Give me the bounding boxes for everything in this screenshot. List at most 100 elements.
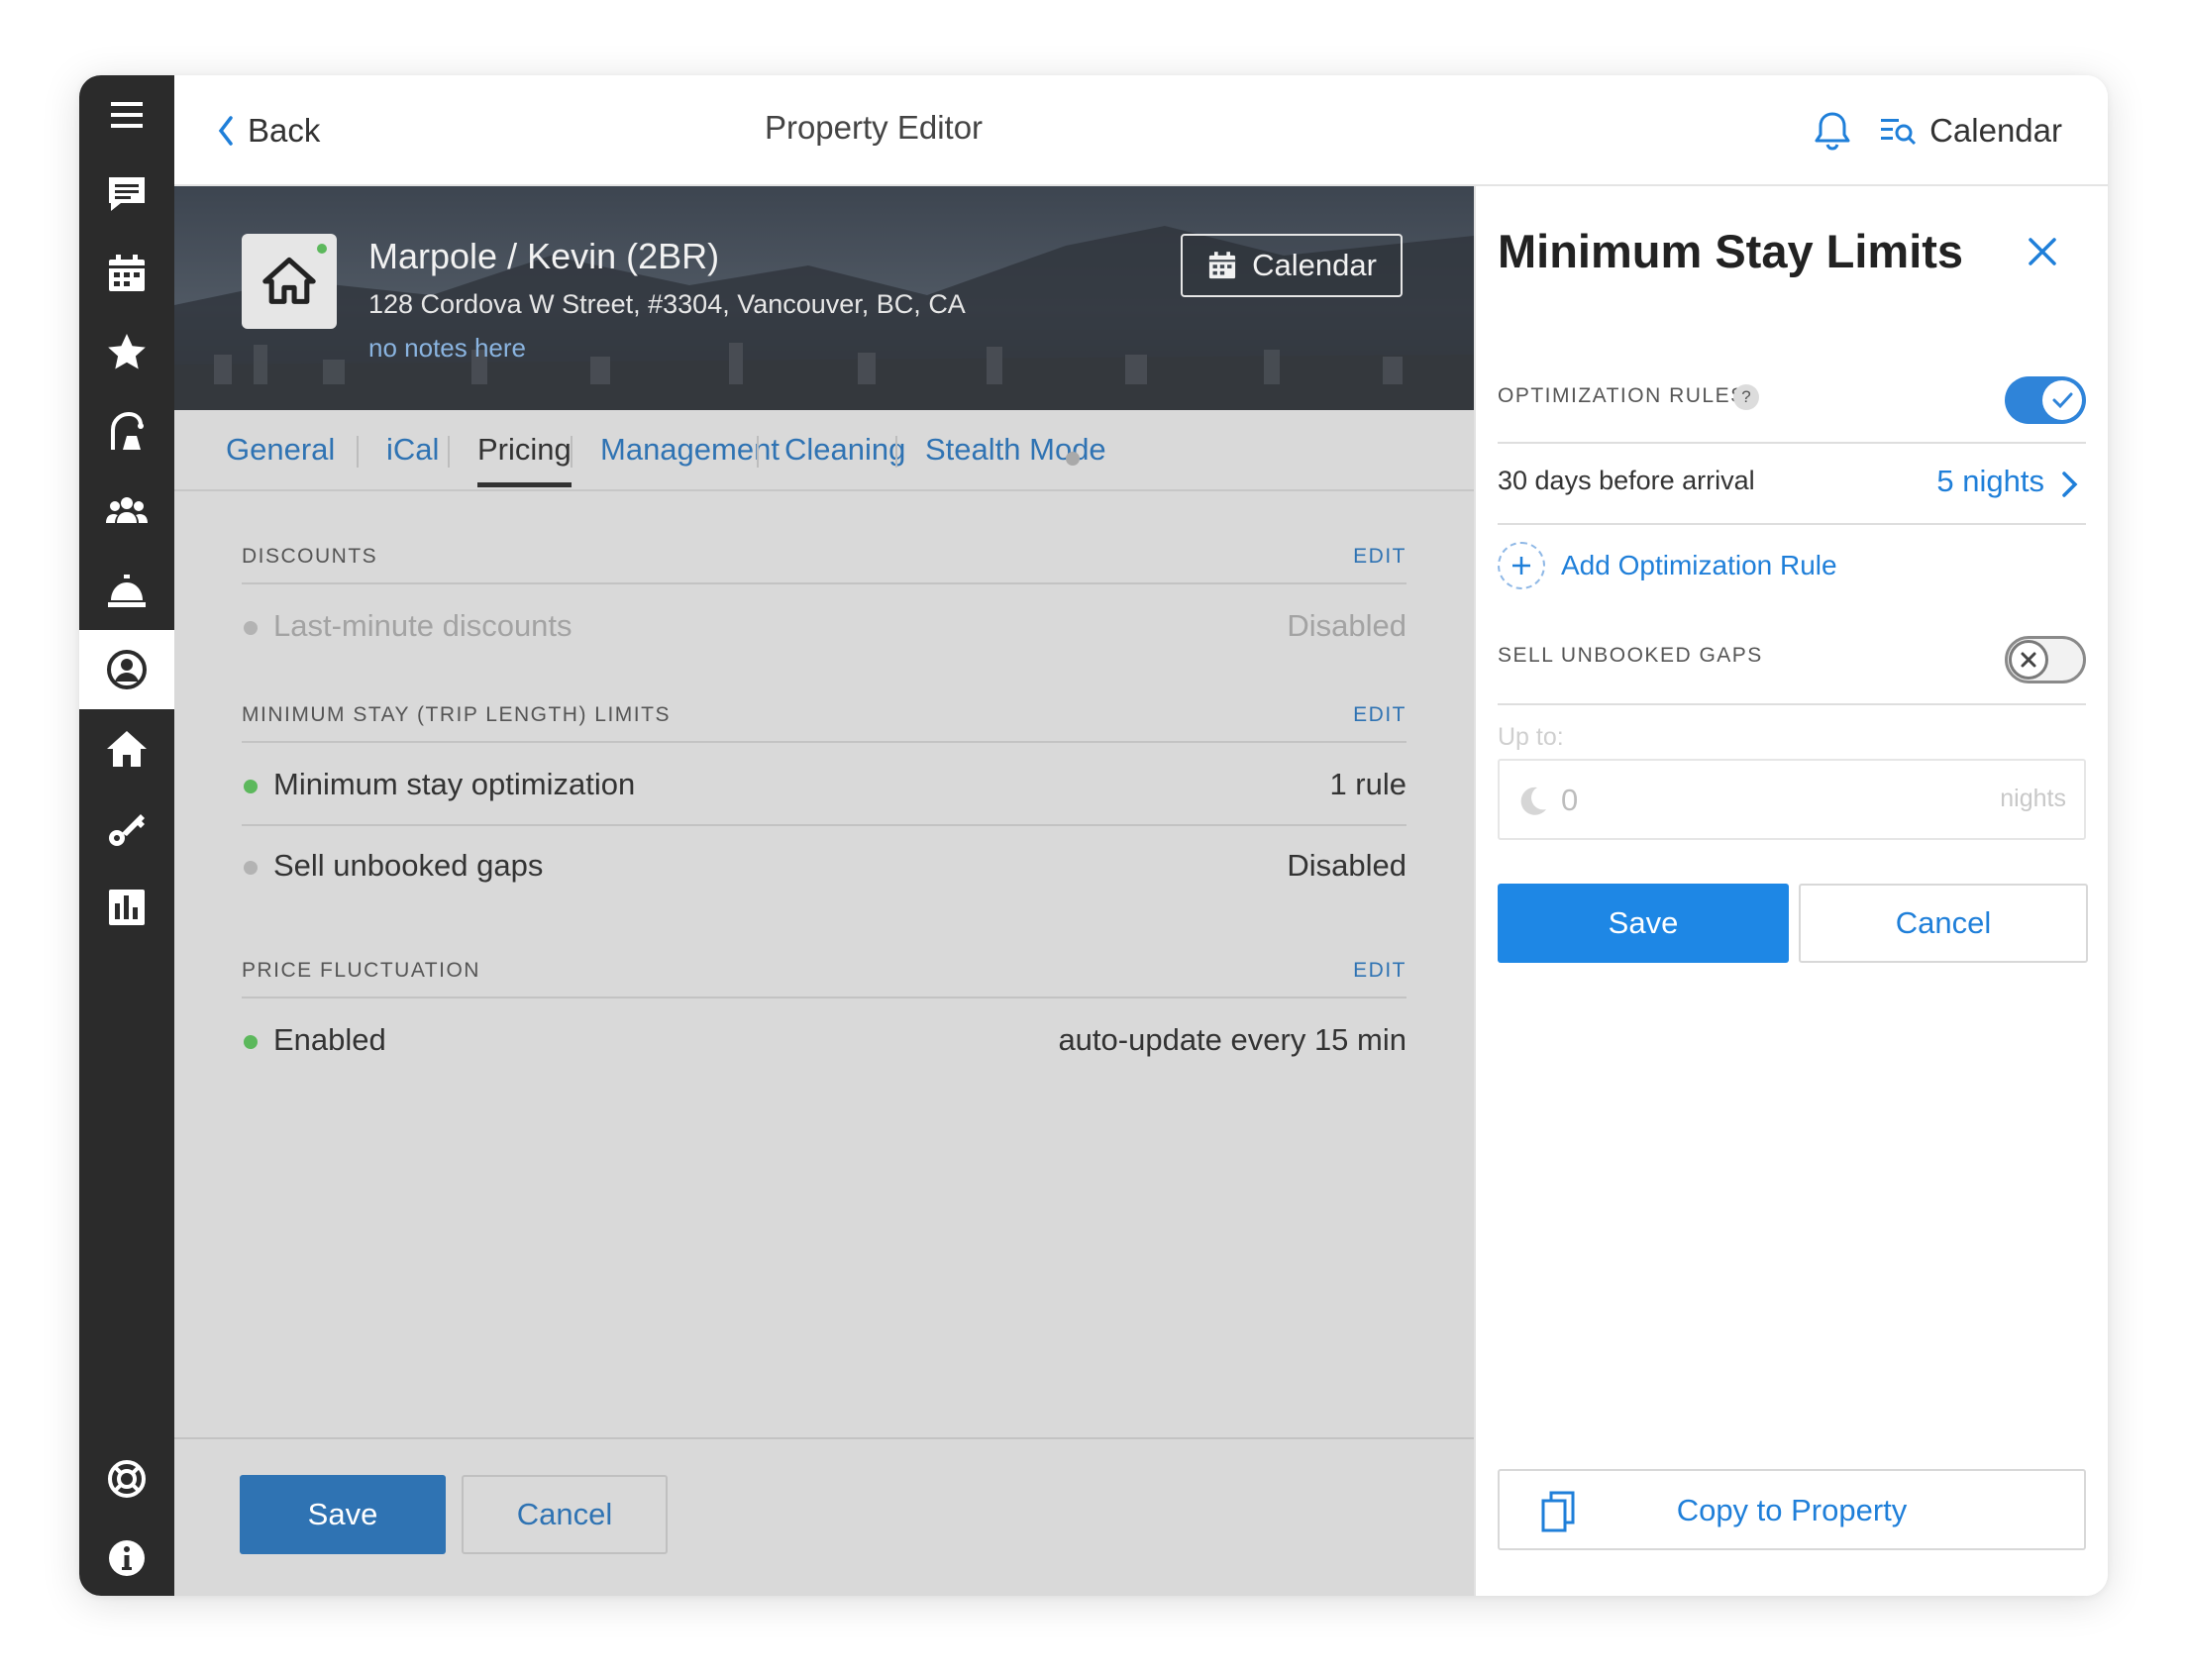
- save-button[interactable]: Save: [240, 1475, 446, 1554]
- star-icon: [108, 334, 146, 369]
- x-icon: [2021, 652, 2036, 668]
- tab-general[interactable]: General: [226, 432, 335, 481]
- sidebar-item-calendar[interactable]: [79, 234, 174, 313]
- sidebar-item-analytics[interactable]: [79, 868, 174, 947]
- status-dot: [244, 780, 258, 793]
- sidebar-item-support[interactable]: [79, 1439, 174, 1519]
- status-dot: [244, 621, 258, 635]
- section-min-stay-header: MINIMUM STAY (TRIP LENGTH) LIMITS EDIT: [242, 689, 1406, 743]
- optimization-rule-row[interactable]: 30 days before arrival 5 nights: [1498, 456, 2086, 515]
- sidebar: [79, 75, 174, 1596]
- team-icon: [106, 497, 148, 523]
- user-circle-icon: [107, 650, 147, 689]
- editor-footer: Save Cancel: [174, 1437, 1474, 1596]
- property-address: 128 Cordova W Street, #3304, Vancouver, …: [368, 289, 966, 319]
- row-value: Disabled: [1287, 608, 1406, 643]
- edit-price-fluctuation-button[interactable]: EDIT: [1353, 959, 1406, 983]
- property-notes[interactable]: no notes here: [368, 333, 526, 364]
- sidebar-item-properties[interactable]: [79, 709, 174, 788]
- section-price-fluctuation-header: PRICE FLUCTUATION EDIT: [242, 945, 1406, 998]
- tab-divider: [448, 436, 450, 468]
- concierge-bell-icon: [108, 575, 146, 607]
- help-icon[interactable]: ?: [1733, 384, 1759, 410]
- sidebar-item-access[interactable]: [79, 788, 174, 868]
- calendar-icon: [109, 255, 145, 291]
- back-label: Back: [248, 112, 321, 149]
- section-label: DISCOUNTS: [242, 545, 378, 568]
- property-name: Marpole / Kevin (2BR): [368, 236, 720, 276]
- bell-icon[interactable]: [1811, 109, 1854, 153]
- minimum-stay-panel: Minimum Stay Limits OPTIMIZATION RULES ?…: [1474, 186, 2108, 1596]
- toggle-knob: [2009, 640, 2048, 680]
- key-icon: [109, 814, 145, 846]
- edit-min-stay-button[interactable]: EDIT: [1353, 703, 1406, 727]
- row-price-fluctuation: Enabled auto-update every 15 min: [242, 1000, 1406, 1082]
- panel-save-button[interactable]: Save: [1498, 884, 1789, 963]
- home-icon: [107, 731, 147, 767]
- cancel-button[interactable]: Cancel: [462, 1475, 668, 1554]
- rule-value: 5 nights: [1936, 464, 2044, 498]
- sidebar-item-team[interactable]: [79, 472, 174, 551]
- calendar-icon: [1209, 252, 1236, 279]
- sidebar-item-messages[interactable]: [79, 155, 174, 234]
- menu-icon: [111, 102, 143, 128]
- tab-management[interactable]: Management: [600, 432, 780, 481]
- property-calendar-button[interactable]: Calendar: [1181, 234, 1403, 297]
- nights-input[interactable]: 0 nights: [1498, 759, 2086, 840]
- sidebar-item-cleaning[interactable]: [79, 392, 174, 472]
- tab-divider: [357, 436, 359, 468]
- property-calendar-label: Calendar: [1252, 248, 1377, 282]
- optimization-rules-toggle[interactable]: [2005, 376, 2086, 424]
- toggle-knob: [2042, 380, 2082, 420]
- panel-title: Minimum Stay Limits: [1498, 225, 1964, 277]
- panel-cancel-button[interactable]: Cancel: [1799, 884, 2088, 963]
- row-last-minute-discounts: Last-minute discounts Disabled: [242, 586, 1406, 668]
- sell-gaps-toggle[interactable]: [2005, 636, 2086, 683]
- sell-gaps-label: SELL UNBOOKED GAPS: [1498, 644, 1763, 667]
- row-min-stay-optimization: Minimum stay optimization 1 rule: [242, 745, 1406, 826]
- property-header: Marpole / Kevin (2BR) 128 Cordova W Stre…: [174, 186, 1474, 410]
- tab-cleaning[interactable]: Cleaning: [784, 432, 905, 481]
- status-dot: [315, 242, 329, 256]
- divider: [1498, 442, 2086, 444]
- nights-unit: nights: [2000, 785, 2066, 812]
- property-editor-main: Marpole / Kevin (2BR) 128 Cordova W Stre…: [174, 186, 1474, 1596]
- cleaning-icon: [111, 411, 144, 450]
- edit-discounts-button[interactable]: EDIT: [1353, 545, 1406, 569]
- home-icon: [262, 257, 316, 304]
- check-icon: [2052, 392, 2073, 409]
- add-rule-label: Add Optimization Rule: [1561, 550, 1837, 580]
- status-dot: [244, 1035, 258, 1049]
- editor-tabs: General iCal Pricing Management Cleaning…: [174, 410, 1474, 491]
- app-window: Back Property Editor Calendar Marpole / …: [79, 75, 2108, 1596]
- sidebar-item-info[interactable]: [79, 1519, 174, 1596]
- tab-divider: [757, 436, 759, 468]
- close-icon[interactable]: [2021, 230, 2064, 273]
- back-button[interactable]: Back: [218, 109, 320, 153]
- optimization-rules-label: OPTIMIZATION RULES: [1498, 384, 1746, 407]
- sidebar-item-concierge[interactable]: [79, 551, 174, 630]
- section-label: PRICE FLUCTUATION: [242, 959, 480, 982]
- row-name: Enabled: [273, 1022, 386, 1057]
- divider: [1498, 703, 2086, 705]
- row-name: Minimum stay optimization: [273, 767, 636, 801]
- property-avatar: [242, 234, 337, 329]
- tab-pricing[interactable]: Pricing: [477, 432, 572, 487]
- menu-button[interactable]: [79, 75, 174, 155]
- row-value: auto-update every 15 min: [1058, 1022, 1406, 1057]
- copy-to-property-button[interactable]: Copy to Property: [1498, 1469, 2086, 1550]
- nights-value: 0: [1561, 783, 1579, 817]
- sidebar-item-account[interactable]: [79, 630, 174, 709]
- sidebar-item-reviews[interactable]: [79, 313, 174, 392]
- info-icon: [109, 1540, 145, 1576]
- moon-icon: [1520, 787, 1546, 815]
- calendar-link[interactable]: Calendar: [1878, 109, 2062, 153]
- messages-icon: [109, 177, 145, 211]
- row-value: Disabled: [1287, 848, 1406, 883]
- row-sell-unbooked-gaps: Sell unbooked gaps Disabled: [242, 826, 1406, 907]
- add-optimization-rule-button[interactable]: Add Optimization Rule: [1498, 541, 1837, 590]
- copy-to-property-label: Copy to Property: [1676, 1493, 1908, 1527]
- upto-label: Up to:: [1498, 723, 1564, 751]
- tab-ical[interactable]: iCal: [386, 432, 439, 481]
- tab-divider: [895, 436, 897, 468]
